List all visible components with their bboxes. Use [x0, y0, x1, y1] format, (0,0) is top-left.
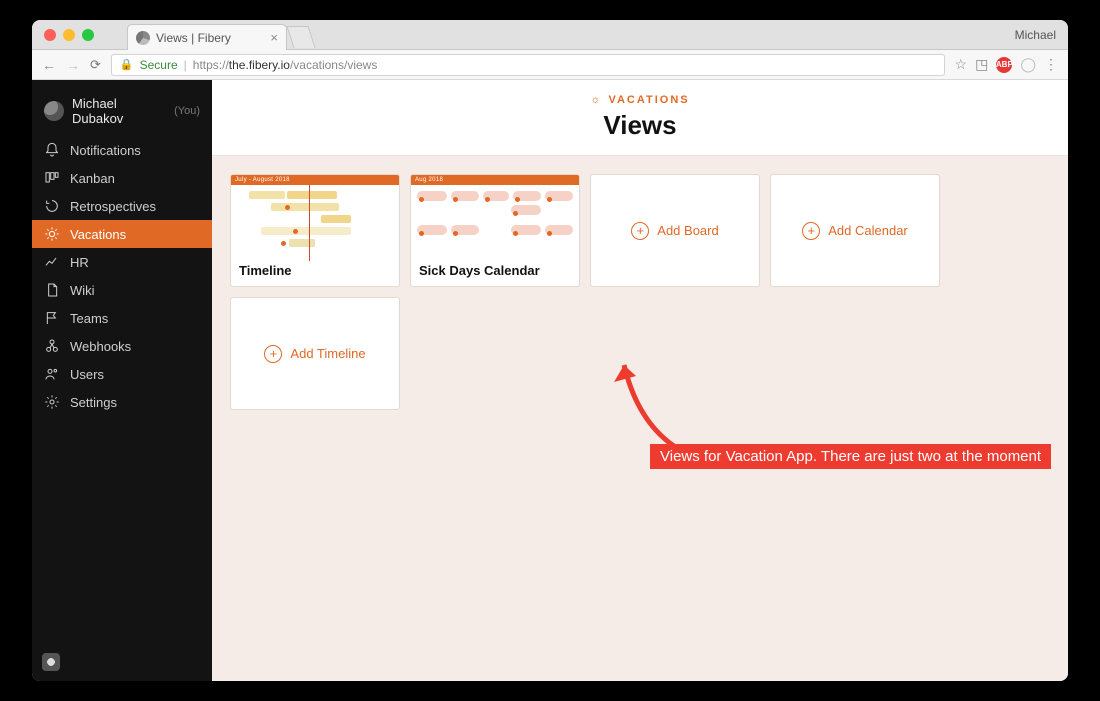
sidebar: Michael Dubakov (You) Notifications Kanb… — [32, 80, 212, 681]
avatar — [44, 101, 64, 121]
extension-icon[interactable]: ◯ — [1020, 56, 1036, 73]
close-window-icon[interactable] — [44, 29, 56, 41]
add-timeline-label: Add Timeline — [290, 346, 365, 361]
sidebar-footer — [32, 643, 212, 681]
header-app-label-text: VACATIONS — [608, 94, 689, 106]
sidebar-nav: Notifications Kanban Retrospectives Vaca… — [32, 136, 212, 416]
add-calendar-label: Add Calendar — [828, 223, 908, 238]
flag-icon — [44, 310, 60, 326]
window-titlebar: Views | Fibery × Michael — [32, 20, 1068, 50]
fibery-favicon-icon — [136, 31, 150, 45]
omnibox[interactable]: 🔒 Secure | https://the.fibery.io/vacatio… — [111, 54, 945, 76]
sidebar-item-label: Settings — [70, 395, 117, 410]
sidebar-item-label: Users — [70, 367, 104, 382]
sidebar-item-label: Notifications — [70, 143, 141, 158]
back-button[interactable]: ← — [42, 57, 56, 73]
annotation-label: Views for Vacation App. There are just t… — [650, 444, 1051, 469]
browser-window: Views | Fibery × Michael ← → ⟳ 🔒 Secure … — [32, 20, 1068, 681]
views-grid: July - August 2018 Timeline Aug 2018 — [212, 156, 1068, 428]
sidebar-item-settings[interactable]: Settings — [32, 388, 212, 416]
sun-icon: ☼ — [590, 94, 602, 106]
retro-icon — [44, 198, 60, 214]
sidebar-item-label: Webhooks — [70, 339, 131, 354]
document-icon — [44, 282, 60, 298]
browser-tab[interactable]: Views | Fibery × — [127, 24, 287, 50]
gear-icon — [44, 394, 60, 410]
minimize-window-icon[interactable] — [63, 29, 75, 41]
sidebar-item-label: Teams — [70, 311, 108, 326]
sidebar-item-label: Wiki — [70, 283, 95, 298]
sidebar-item-wiki[interactable]: Wiki — [32, 276, 212, 304]
chrome-menu-icon[interactable]: ⋮ — [1044, 56, 1058, 73]
kanban-icon — [44, 170, 60, 186]
sidebar-item-teams[interactable]: Teams — [32, 304, 212, 332]
sidebar-item-users[interactable]: Users — [32, 360, 212, 388]
sidebar-user[interactable]: Michael Dubakov (You) — [32, 90, 212, 132]
app-root: Michael Dubakov (You) Notifications Kanb… — [32, 80, 1068, 681]
maximize-window-icon[interactable] — [82, 29, 94, 41]
user-you-label: (You) — [174, 105, 200, 117]
sidebar-item-webhooks[interactable]: Webhooks — [32, 332, 212, 360]
users-icon — [44, 366, 60, 382]
plus-circle-icon: + — [802, 222, 820, 240]
sun-icon — [44, 226, 60, 242]
add-board-button[interactable]: + Add Board — [590, 174, 760, 287]
view-card-sick-days[interactable]: Aug 2018 Sick Days Calendar — [410, 174, 580, 287]
card-header: Aug 2018 — [411, 175, 579, 185]
bookmark-star-icon[interactable]: ☆ — [955, 56, 968, 73]
view-card-timeline[interactable]: July - August 2018 Timeline — [230, 174, 400, 287]
sidebar-item-vacations[interactable]: Vacations — [32, 220, 212, 248]
close-tab-icon[interactable]: × — [270, 30, 278, 45]
reload-button[interactable]: ⟳ — [90, 57, 101, 73]
sidebar-item-notifications[interactable]: Notifications — [32, 136, 212, 164]
card-title: Timeline — [239, 263, 292, 278]
timeline-preview — [231, 185, 399, 261]
adblock-icon[interactable]: ABP — [996, 57, 1012, 73]
address-bar: ← → ⟳ 🔒 Secure | https://the.fibery.io/v… — [32, 50, 1068, 80]
add-calendar-button[interactable]: + Add Calendar — [770, 174, 940, 287]
traffic-lights — [44, 29, 94, 41]
bell-icon — [44, 142, 60, 158]
sidebar-item-label: Vacations — [70, 227, 126, 242]
plus-circle-icon: + — [631, 222, 649, 240]
sidebar-item-retrospectives[interactable]: Retrospectives — [32, 192, 212, 220]
card-header: July - August 2018 — [231, 175, 399, 185]
calendar-preview — [411, 185, 579, 261]
add-timeline-button[interactable]: + Add Timeline — [230, 297, 400, 410]
user-name: Michael Dubakov — [72, 96, 166, 126]
sidebar-item-label: Kanban — [70, 171, 115, 186]
tab-title: Views | Fibery — [156, 31, 231, 45]
page-header: ☼ VACATIONS Views — [212, 80, 1068, 156]
lock-icon: 🔒 — [120, 58, 134, 71]
page-title: Views — [212, 110, 1068, 141]
sidebar-item-label: Retrospectives — [70, 199, 156, 214]
extension-icon[interactable]: ◳ — [975, 56, 988, 73]
webhook-icon — [44, 338, 60, 354]
chart-line-icon — [44, 254, 60, 270]
fibery-logo-icon[interactable] — [42, 653, 60, 671]
sidebar-item-label: HR — [70, 255, 89, 270]
url-text: https://the.fibery.io/vacations/views — [193, 58, 378, 72]
forward-button: → — [66, 57, 80, 73]
new-tab-button[interactable] — [286, 26, 315, 48]
add-board-label: Add Board — [657, 223, 718, 238]
chrome-profile-button[interactable]: Michael — [1015, 20, 1056, 50]
content-area: ☼ VACATIONS Views July - August 2018 — [212, 80, 1068, 681]
sidebar-item-hr[interactable]: HR — [32, 248, 212, 276]
extension-icons: ☆ ◳ ABP ◯ ⋮ — [955, 56, 1058, 73]
header-app-label: ☼ VACATIONS — [590, 94, 689, 106]
sidebar-item-kanban[interactable]: Kanban — [32, 164, 212, 192]
plus-circle-icon: + — [264, 345, 282, 363]
card-title: Sick Days Calendar — [419, 263, 540, 278]
secure-label: Secure — [140, 58, 178, 72]
